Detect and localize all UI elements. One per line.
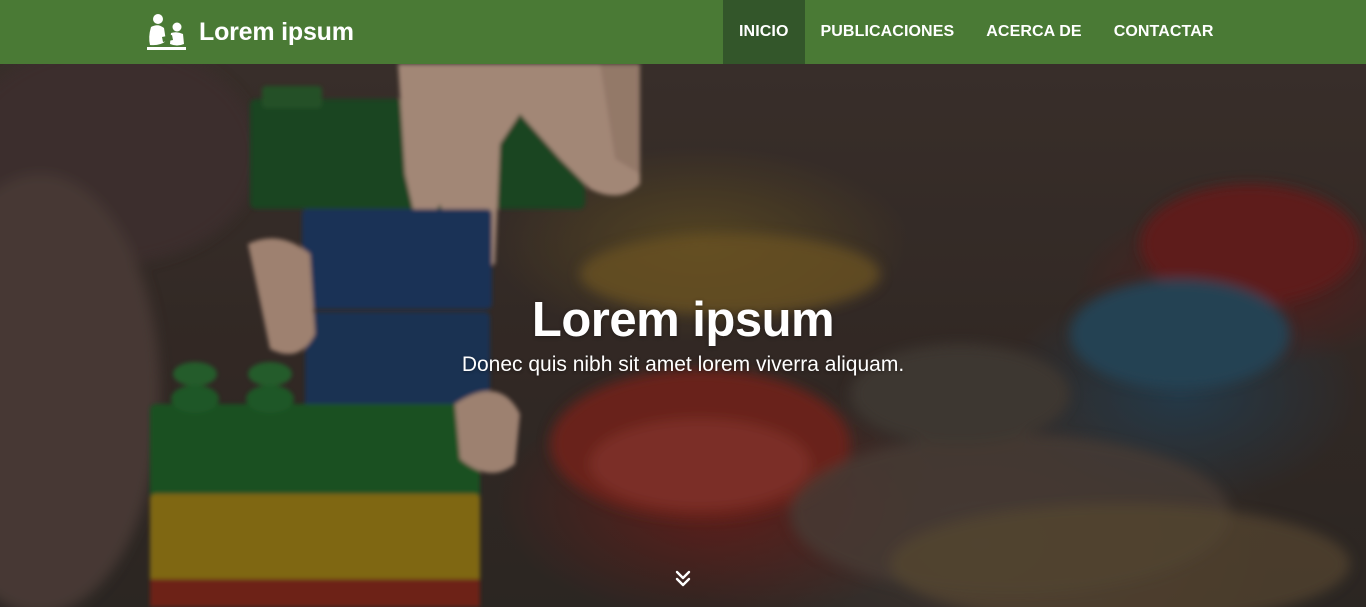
nav-item-acerca-de[interactable]: ACERCA DE bbox=[970, 0, 1097, 64]
hero-subtitle: Donec quis nibh sit amet lorem viverra a… bbox=[461, 353, 905, 376]
brand-text: Lorem ipsum bbox=[199, 17, 354, 46]
nav-item-inicio[interactable]: INICIO bbox=[723, 0, 805, 64]
nav-item-publicaciones[interactable]: PUBLICACIONES bbox=[805, 0, 971, 64]
nav-item-contactar[interactable]: CONTACTAR bbox=[1098, 0, 1230, 64]
navbar: Lorem ipsum INICIO PUBLICACIONES ACERCA … bbox=[0, 0, 1366, 64]
hero-title: Lorem ipsum bbox=[531, 293, 835, 347]
brand-link[interactable]: Lorem ipsum bbox=[146, 0, 354, 64]
double-chevron-down-icon[interactable] bbox=[674, 570, 692, 588]
main-nav: INICIO PUBLICACIONES ACERCA DE CONTACTAR bbox=[723, 0, 1230, 64]
family-reading-icon bbox=[147, 14, 186, 50]
hero-section: Lorem ipsum Donec quis nibh sit amet lor… bbox=[0, 64, 1366, 607]
